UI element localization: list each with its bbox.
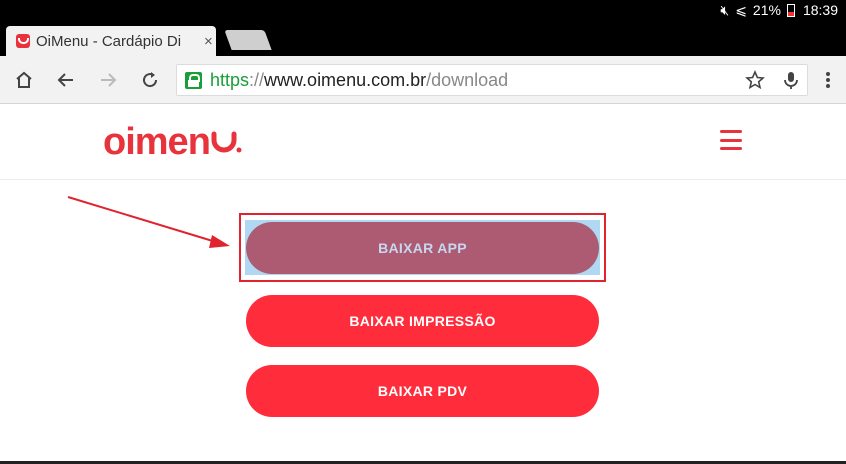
new-tab-button[interactable] <box>224 30 272 50</box>
address-bar[interactable]: https :// www.oimenu.com.br /download <box>176 64 808 96</box>
mute-icon: 🔇︎ <box>720 2 730 18</box>
close-tab-icon[interactable]: × <box>204 33 213 50</box>
lock-icon <box>185 71 202 89</box>
url-path: /download <box>426 69 509 90</box>
wifi-icon: ⩽ <box>735 2 747 18</box>
status-icons: 🔇︎ ⩽ 21% 18:39 <box>720 1 838 19</box>
forward-icon[interactable] <box>94 66 122 94</box>
download-app-button[interactable]: BAIXAR APP <box>246 222 599 274</box>
logo-text: oimen <box>103 121 211 163</box>
battery-percent: 21% <box>752 2 781 18</box>
clock: 18:39 <box>802 2 838 18</box>
download-pdv-button[interactable]: BAIXAR PDV <box>246 365 599 417</box>
home-icon[interactable] <box>10 66 38 94</box>
reload-icon[interactable] <box>136 66 164 94</box>
hamburger-menu-icon[interactable] <box>720 130 742 150</box>
star-icon[interactable] <box>741 66 769 94</box>
download-print-button[interactable]: BAIXAR IMPRESSÃO <box>246 295 599 347</box>
logo-smile-icon <box>211 131 242 153</box>
favicon-icon <box>16 34 30 48</box>
mic-icon[interactable] <box>777 66 805 94</box>
tab-title: OiMenu - Cardápio Di <box>36 32 182 50</box>
url-scheme: https <box>210 69 250 90</box>
status-bar: 🔇︎ ⩽ 21% 18:39 <box>0 0 846 20</box>
battery-icon <box>786 3 795 17</box>
browser-toolbar: https :// www.oimenu.com.br /download <box>0 56 846 104</box>
menu-dots-icon[interactable] <box>814 66 842 94</box>
tab-strip: OiMenu - Cardápio Di × <box>0 20 846 56</box>
back-icon[interactable] <box>52 66 80 94</box>
url-host: www.oimenu.com.br <box>264 69 427 90</box>
oimenu-logo[interactable]: oimen <box>103 121 242 164</box>
site-header: oimen <box>0 105 846 180</box>
url-separator: :// <box>249 69 265 90</box>
tab-oimenu[interactable]: OiMenu - Cardápio Di × <box>6 26 216 56</box>
